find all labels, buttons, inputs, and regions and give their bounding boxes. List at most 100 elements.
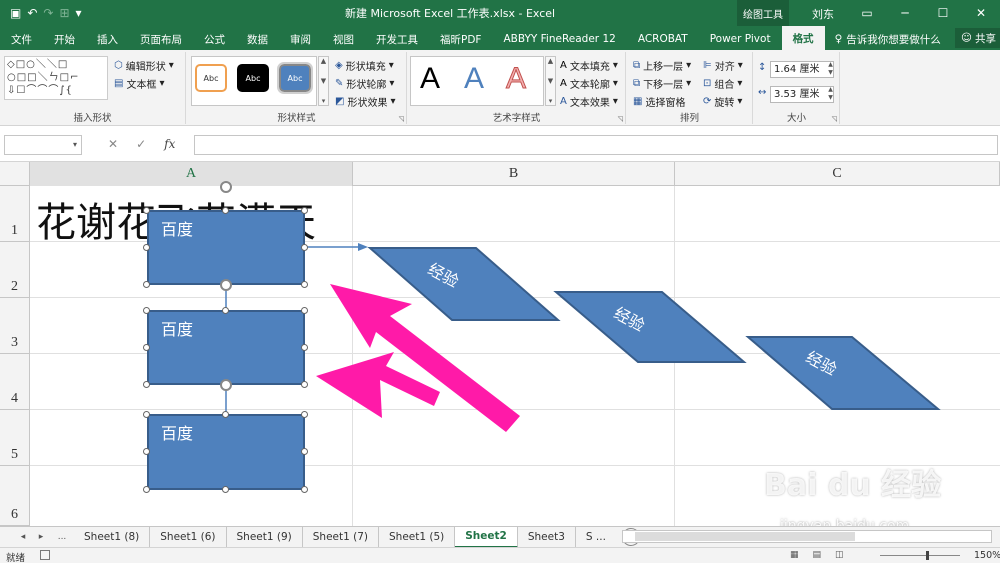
dialog-launcher-icon[interactable]: ◹ [618,115,623,123]
shape-style-2[interactable]: Abc [237,64,269,92]
tab-review[interactable]: 审阅 [279,28,322,50]
text-box-shape-1[interactable]: 百度 [147,210,305,285]
shape-style-3[interactable]: Abc [277,62,313,94]
sheet-prev-icon[interactable]: ◂ [14,532,32,542]
shape-outline-button[interactable]: ✎ 形状轮廓 ▾ [335,76,394,91]
tab-data[interactable]: 数据 [236,28,279,50]
undo-icon[interactable]: ↶ [27,6,37,20]
row-header-1[interactable]: 1 [0,186,30,242]
page-break-view-icon[interactable]: ◫ [835,550,844,560]
resize-handle[interactable] [301,486,308,493]
resize-handle[interactable] [222,307,229,314]
selection-pane-button[interactable]: ▦ 选择窗格 [633,94,685,109]
horizontal-scrollbar[interactable] [622,530,992,543]
sheet-tab[interactable]: Sheet1 (5) [379,526,456,548]
resize-handle[interactable] [301,411,308,418]
zoom-level[interactable]: 150% [974,550,1000,561]
column-header-b[interactable]: B [353,162,675,186]
sheet-tab[interactable]: Sheet3 [518,526,576,548]
select-all-corner[interactable] [0,162,30,186]
redo-icon[interactable]: ↷ [43,6,53,20]
zoom-slider[interactable] [880,555,960,556]
maximize-button[interactable]: ☐ [924,0,962,26]
sheet-tab[interactable]: S ... [576,527,616,548]
qat-dropdown-icon[interactable]: ▾ [76,6,82,20]
close-button[interactable]: ✕ [962,0,1000,26]
rotate-handle-icon[interactable] [220,181,232,193]
resize-handle[interactable] [301,281,308,288]
text-fill-button[interactable]: A 文本填充 ▾ [560,58,618,73]
formula-input[interactable] [194,135,998,155]
resize-handle[interactable] [143,307,150,314]
resize-handle[interactable] [301,207,308,214]
resize-handle[interactable] [143,281,150,288]
row-header-4[interactable]: 4 [0,354,30,410]
text-box-shape-2[interactable]: 百度 [147,310,305,385]
tab-home[interactable]: 开始 [43,28,86,50]
rotate-handle-icon[interactable] [220,379,232,391]
zoom-thumb[interactable] [926,551,929,560]
shape-styles-scroll[interactable]: ▲ ▼ ▾ [318,56,329,106]
column-header-a[interactable]: A [30,162,353,186]
sheet-tab[interactable]: Sheet1 (9) [227,526,303,548]
text-effects-button[interactable]: A 文本效果 ▾ [560,94,618,109]
send-backward-button[interactable]: ⧉ 下移一层 ▾ [633,76,691,91]
user-name[interactable]: 刘东 [812,6,834,22]
row-header-2[interactable]: 2 [0,242,30,298]
dialog-launcher-icon[interactable]: ◹ [832,115,837,123]
width-spinner[interactable]: ▲ ▼ [826,86,835,103]
dialog-launcher-icon[interactable]: ◹ [399,115,404,123]
shapes-gallery[interactable]: ◇□○＼＼□ ○□□＼ㄣ□⌐ ⇩☐⌒⌒⌒∫{ [4,56,108,100]
name-box[interactable]: ▾ [4,135,82,155]
text-box-button[interactable]: ▤ 文本框 ▾ [114,76,164,91]
resize-handle[interactable] [143,207,150,214]
edit-shape-button[interactable]: ⬡ 编辑形状 ▾ [114,58,174,73]
sheet-tab[interactable]: Sheet1 (7) [303,526,379,548]
name-box-dropdown-icon[interactable]: ▾ [73,140,77,149]
resize-handle[interactable] [143,244,150,251]
tell-me-box[interactable]: ♀ 告诉我你想要做什么 [835,28,941,50]
row-header-3[interactable]: 3 [0,298,30,354]
resize-handle[interactable] [143,411,150,418]
wordart-style-2[interactable]: A [464,62,484,96]
resize-handle[interactable] [222,411,229,418]
resize-handle[interactable] [301,307,308,314]
save-icon[interactable]: ▣ [10,6,21,20]
resize-handle[interactable] [143,381,150,388]
tab-acrobat[interactable]: ACROBAT [627,28,699,50]
page-layout-view-icon[interactable]: ▤ [813,550,822,560]
resize-handle[interactable] [301,448,308,455]
tab-abbyy[interactable]: ABBYY FineReader 12 [492,28,626,50]
shape-height-input[interactable]: 1.64 厘米 [770,61,834,78]
tab-format[interactable]: 格式 [781,26,825,50]
normal-view-icon[interactable]: ▦ [790,550,799,560]
enter-icon[interactable]: ✓ [136,137,146,151]
insert-function-icon[interactable]: fx [164,137,175,151]
tab-developer[interactable]: 开发工具 [365,28,429,50]
column-header-c[interactable]: C [675,162,1000,186]
resize-handle[interactable] [222,486,229,493]
rotate-button[interactable]: ⟳ 旋转 ▾ [703,94,742,109]
share-button[interactable]: ☺ 共享 [955,28,1000,48]
macro-record-icon[interactable] [40,550,50,560]
sheet-tab[interactable]: Sheet1 (8) [74,526,151,548]
height-spinner[interactable]: ▲ ▼ [826,61,835,78]
tab-power-pivot[interactable]: Power Pivot [699,28,782,50]
wordart-scroll[interactable]: ▲ ▼ ▾ [545,56,556,106]
tab-formulas[interactable]: 公式 [193,28,236,50]
resize-handle[interactable] [143,448,150,455]
cancel-icon[interactable]: ✕ [108,137,118,151]
wordart-style-3[interactable]: A [505,62,526,96]
shape-width-input[interactable]: 3.53 厘米 [770,86,834,103]
text-box-shape-3[interactable]: 百度 [147,414,305,490]
bring-forward-button[interactable]: ⧉ 上移一层 ▾ [633,58,691,73]
resize-handle[interactable] [143,486,150,493]
text-outline-button[interactable]: A 文本轮廓 ▾ [560,76,618,91]
row-header-5[interactable]: 5 [0,410,30,466]
tab-file[interactable]: 文件 [0,28,43,50]
shape-fill-button[interactable]: ◈ 形状填充 ▾ [335,58,394,73]
resize-handle[interactable] [301,344,308,351]
tab-foxit-pdf[interactable]: 福昕PDF [429,28,492,50]
ribbon-display-icon[interactable]: ▭ [848,0,886,26]
minimize-button[interactable]: ─ [886,0,924,26]
